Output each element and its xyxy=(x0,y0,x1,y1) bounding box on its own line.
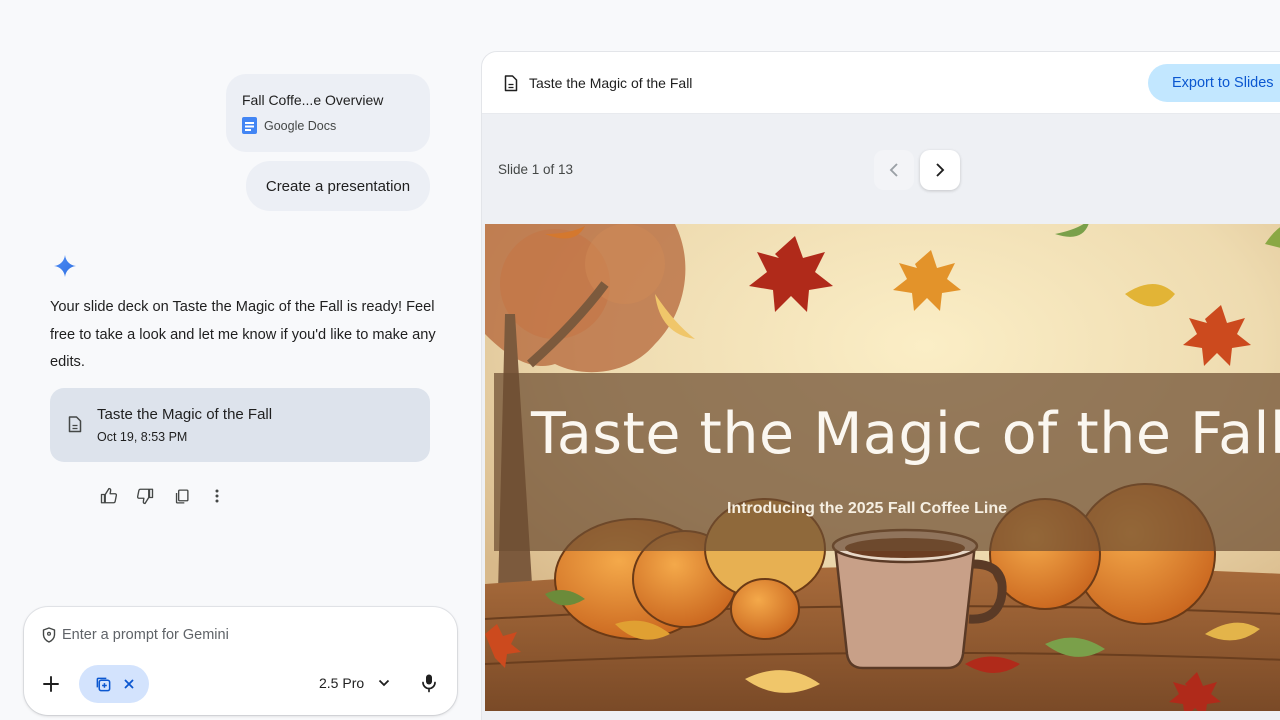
prompt-box: 2.5 Pro xyxy=(24,607,457,715)
slide-subtitle: Introducing the 2025 Fall Coffee Line xyxy=(726,500,1008,517)
close-icon[interactable] xyxy=(124,679,134,689)
chevron-down-icon xyxy=(379,679,390,687)
plus-icon[interactable] xyxy=(40,673,62,695)
document-icon xyxy=(68,416,82,433)
thumbs-down-icon[interactable] xyxy=(134,485,156,507)
preview-title: Taste the Magic of the Fall xyxy=(529,75,693,91)
google-docs-icon xyxy=(242,117,257,134)
presentation-preview-panel: Taste the Magic of the Fall Export to Sl… xyxy=(481,51,1280,720)
slide-canvas: Taste the Magic of the Fall Introducing … xyxy=(485,224,1280,711)
export-to-slides-button[interactable]: Export to Slides xyxy=(1148,64,1280,102)
previous-slide-button[interactable] xyxy=(874,150,914,190)
chat-column: Fall Coffe...e Overview Google Docs Crea… xyxy=(0,0,470,720)
preview-header: Taste the Magic of the Fall Export to Sl… xyxy=(482,52,1280,114)
deck-title: Taste the Magic of the Fall xyxy=(97,406,273,423)
model-selector[interactable]: 2.5 Pro xyxy=(319,675,390,691)
more-vert-icon[interactable] xyxy=(206,485,228,507)
slide-title: Taste the Magic of the Fall xyxy=(531,401,1280,467)
user-message: Create a presentation xyxy=(246,161,430,211)
slide-deck-card[interactable]: Taste the Magic of the Fall Oct 19, 8:53… xyxy=(50,388,430,462)
next-slide-button[interactable] xyxy=(920,150,960,190)
attachment-title: Fall Coffe...e Overview xyxy=(242,92,384,108)
slide-counter: Slide 1 of 13 xyxy=(498,162,574,177)
copy-icon[interactable] xyxy=(170,485,192,507)
chevron-right-icon xyxy=(936,163,945,177)
microphone-icon[interactable] xyxy=(420,673,438,693)
thumbs-up-icon[interactable] xyxy=(98,485,120,507)
canvas-tool-chip[interactable] xyxy=(79,665,149,703)
canvas-tool-icon xyxy=(96,677,110,691)
response-actions xyxy=(98,485,228,507)
assistant-reply: Your slide deck on Taste the Magic of th… xyxy=(50,299,436,370)
attachment-chip[interactable]: Fall Coffe...e Overview Google Docs xyxy=(226,74,430,152)
prompt-input[interactable] xyxy=(62,624,432,646)
gemini-spark-icon xyxy=(54,255,76,277)
deck-date: Oct 19, 8:53 PM xyxy=(97,430,188,444)
document-icon xyxy=(504,75,518,92)
model-label: 2.5 Pro xyxy=(319,675,365,691)
shield-icon xyxy=(42,627,56,643)
attachment-source: Google Docs xyxy=(242,117,430,134)
attachment-source-label: Google Docs xyxy=(264,118,337,133)
chevron-left-icon xyxy=(889,163,898,177)
